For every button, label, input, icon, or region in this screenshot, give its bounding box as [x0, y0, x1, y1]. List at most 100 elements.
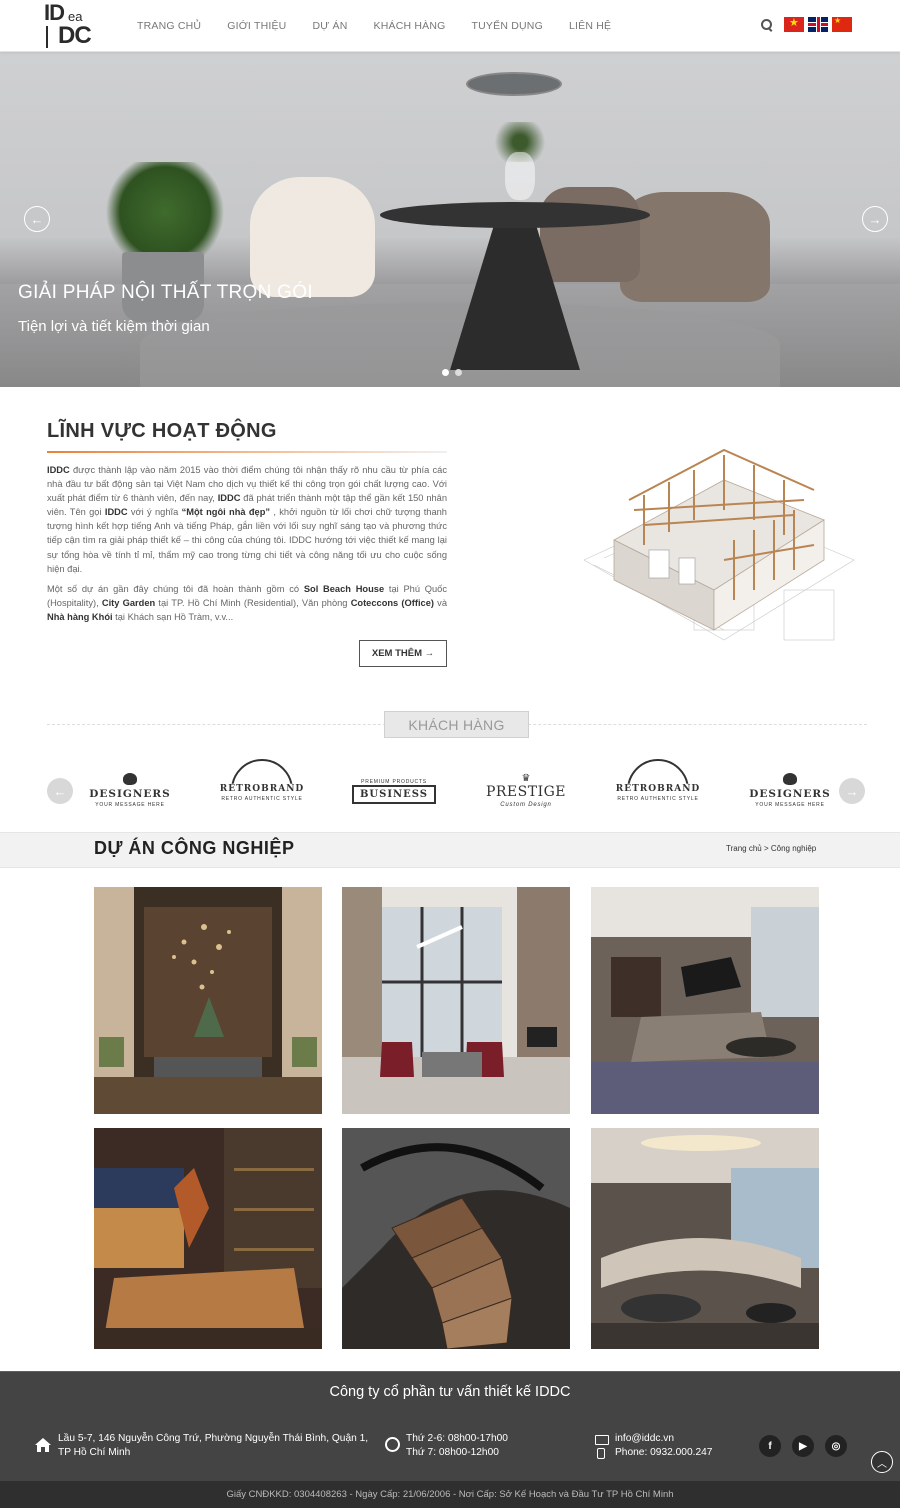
- customer-logo-designers[interactable]: DESIGNERS YOUR MESSAGE HERE: [80, 762, 180, 818]
- footer-company-name: Công ty cổ phần tư vấn thiết kế IDDC: [329, 1384, 571, 1400]
- project-image-living-window[interactable]: [342, 887, 570, 1114]
- field-paragraph-2: Một số dự án gần đây chúng tôi đã hoàn t…: [47, 582, 447, 624]
- breadcrumb[interactable]: Trang chủ > Công nghiệp: [726, 844, 816, 853]
- hero-slider: GIẢI PHÁP NỘI THẤT TRỌN GÓI Tiện lợi và …: [0, 52, 900, 387]
- slider-dot[interactable]: [442, 369, 449, 376]
- emphasis-text: City Garden: [101, 597, 156, 608]
- body-text: Một số dự án gần đây chúng tôi đã hoàn t…: [47, 583, 304, 594]
- owl-icon: [123, 772, 137, 785]
- body-text: tại TP. Hồ Chí Minh (Residential), Văn p…: [155, 597, 351, 608]
- customer-logo-retrobrand[interactable]: RETROBRAND RETRO AUTHENTIC STYLE: [608, 759, 708, 818]
- body-text: với ý nghĩa: [127, 507, 182, 518]
- brand-tagline: YOUR MESSAGE HERE: [95, 801, 165, 808]
- customer-logo-prestige[interactable]: ♛ PRESTIGE Custom Design: [476, 762, 576, 818]
- nav-home[interactable]: TRANG CHỦ: [137, 20, 201, 32]
- logo-text-top: ID: [44, 0, 65, 25]
- youtube-icon[interactable]: ▶: [792, 1435, 814, 1457]
- footer-contact: info@iddc.vn Phone: 0932.000.247: [615, 1432, 712, 1460]
- body-text: tại Khách sạn Hồ Tràm, v.v...: [112, 611, 234, 622]
- footer-hours-saturday: Thứ 7: 08h00-12h00: [406, 1447, 499, 1458]
- emphasis-text: Nhà hàng Khói: [47, 611, 113, 622]
- slider-prev-button[interactable]: ←: [24, 206, 50, 232]
- chevron-up-icon: ︿: [877, 1458, 887, 1470]
- nav-contact[interactable]: LIÊN HỆ: [569, 20, 611, 32]
- logo-bar: [46, 26, 56, 48]
- architecture-illustration: [583, 448, 855, 641]
- project-image-staircase[interactable]: [342, 1128, 570, 1349]
- project-image-living-piano[interactable]: [591, 887, 819, 1114]
- field-paragraph-1: IDDC được thành lập vào năm 2015 vào thờ…: [47, 463, 447, 576]
- clock-icon: [385, 1437, 400, 1452]
- field-title-underline: [47, 451, 447, 453]
- project-image-bedroom[interactable]: [94, 1128, 322, 1349]
- header-tools: [760, 17, 852, 32]
- emphasis-text: Sol Beach House: [303, 583, 385, 594]
- field-title: LĨNH VỰC HOẠT ĐỘNG: [47, 420, 277, 442]
- hero-title: GIẢI PHÁP NỘI THẤT TRỌN GÓI: [18, 282, 313, 303]
- back-to-top-button[interactable]: ︿: [871, 1451, 893, 1473]
- hero-lamp: [466, 72, 562, 96]
- brand-tagline: Custom Design: [500, 801, 552, 808]
- emphasis-text: Coteccons (Office): [350, 597, 434, 608]
- brand-tagline: YOUR MESSAGE HERE: [755, 801, 825, 808]
- arrow-left-icon: ←: [53, 783, 67, 799]
- hero-fur-chair: [250, 177, 375, 297]
- brand-name: RETROBRAND: [219, 784, 305, 794]
- flag-china-icon[interactable]: [832, 17, 852, 32]
- customers-prev-button[interactable]: ←: [47, 778, 73, 804]
- footer-hours-weekday: Thứ 2-6: 08h00-17h00: [406, 1433, 508, 1444]
- site-header: ID ea DC TRANG CHỦ GIỚI THIỆU DỰ ÁN KHÁC…: [0, 0, 900, 52]
- project-image-lounge[interactable]: [591, 1128, 819, 1349]
- field-description: IDDC được thành lập vào năm 2015 vào thờ…: [47, 463, 447, 630]
- customer-logo-retrobrand[interactable]: RETROBRAND RETRO AUTHENTIC STYLE: [212, 759, 312, 818]
- customer-logos: DESIGNERS YOUR MESSAGE HERE RETROBRAND RETR…: [80, 759, 840, 818]
- slider-dot[interactable]: [455, 369, 462, 376]
- footer-license: Giấy CNĐKKD: 0304408263 - Ngày Cấp: 21/0…: [0, 1481, 900, 1508]
- facebook-icon[interactable]: f: [759, 1435, 781, 1457]
- emphasis-text: IDDC: [104, 507, 128, 518]
- footer-email[interactable]: info@iddc.vn: [615, 1432, 712, 1446]
- arrow-right-icon: →: [845, 783, 859, 799]
- projects-title: DỰ ÁN CÔNG NGHIỆP: [94, 838, 295, 858]
- site-logo[interactable]: ID ea DC: [44, 2, 98, 48]
- read-more-button[interactable]: XEM THÊM →: [359, 640, 447, 667]
- footer-phone[interactable]: Phone: 0932.000.247: [615, 1446, 712, 1460]
- mail-icon: [595, 1435, 609, 1445]
- customers-title: KHÁCH HÀNG: [384, 711, 529, 738]
- footer-address-line1: Lầu 5-7, 146 Nguyễn Công Trứ, Phường Ngu…: [58, 1433, 369, 1444]
- hero-table-top: [380, 202, 650, 228]
- hero-vase: [505, 152, 535, 200]
- slider-dots: [442, 369, 462, 376]
- emphasis-text: IDDC: [47, 465, 70, 475]
- nav-about[interactable]: GIỚI THIỆU: [227, 20, 286, 32]
- hero-plant: [100, 162, 230, 262]
- hero-subtitle: Tiện lợi và tiết kiệm thời gian: [18, 318, 210, 335]
- brand-name: PRESTIGE: [485, 783, 567, 800]
- body-text: và: [433, 597, 447, 608]
- customer-logo-business[interactable]: PREMIUM PRODUCTS BUSINESS: [344, 762, 444, 818]
- instagram-icon[interactable]: ◎: [825, 1435, 847, 1457]
- nav-projects[interactable]: DỰ ÁN: [312, 20, 347, 32]
- nav-careers[interactable]: TUYỂN DỤNG: [472, 20, 543, 32]
- flag-uk-icon[interactable]: [808, 17, 828, 32]
- crown-icon: ♛: [521, 772, 531, 784]
- brand-name: RETROBRAND: [615, 784, 701, 794]
- brand-name: DESIGNERS: [749, 787, 831, 800]
- brand-tagline: RETRO AUTHENTIC STYLE: [617, 796, 699, 802]
- slider-next-button[interactable]: →: [862, 206, 888, 232]
- nav-clients[interactable]: KHÁCH HÀNG: [374, 20, 446, 32]
- project-gallery: [94, 887, 819, 1349]
- customer-logo-designers[interactable]: DESIGNERS YOUR MESSAGE HERE: [740, 762, 840, 818]
- project-image-lobby[interactable]: [94, 887, 322, 1114]
- hero-chair-right: [620, 192, 770, 302]
- main-nav: TRANG CHỦ GIỚI THIỆU DỰ ÁN KHÁCH HÀNG TU…: [124, 0, 624, 52]
- logo-text-bottom: DC: [58, 22, 92, 49]
- search-icon[interactable]: [760, 18, 774, 32]
- brand-tagline: RETRO AUTHENTIC STYLE: [221, 796, 303, 802]
- hero-chair-back: [540, 187, 640, 282]
- footer-address: Lầu 5-7, 146 Nguyễn Công Trứ, Phường Ngu…: [58, 1432, 368, 1460]
- arrow-right-icon: →: [868, 211, 882, 227]
- customers-next-button[interactable]: →: [839, 778, 865, 804]
- phone-icon: [597, 1448, 605, 1459]
- flag-vietnam-icon[interactable]: [784, 17, 804, 32]
